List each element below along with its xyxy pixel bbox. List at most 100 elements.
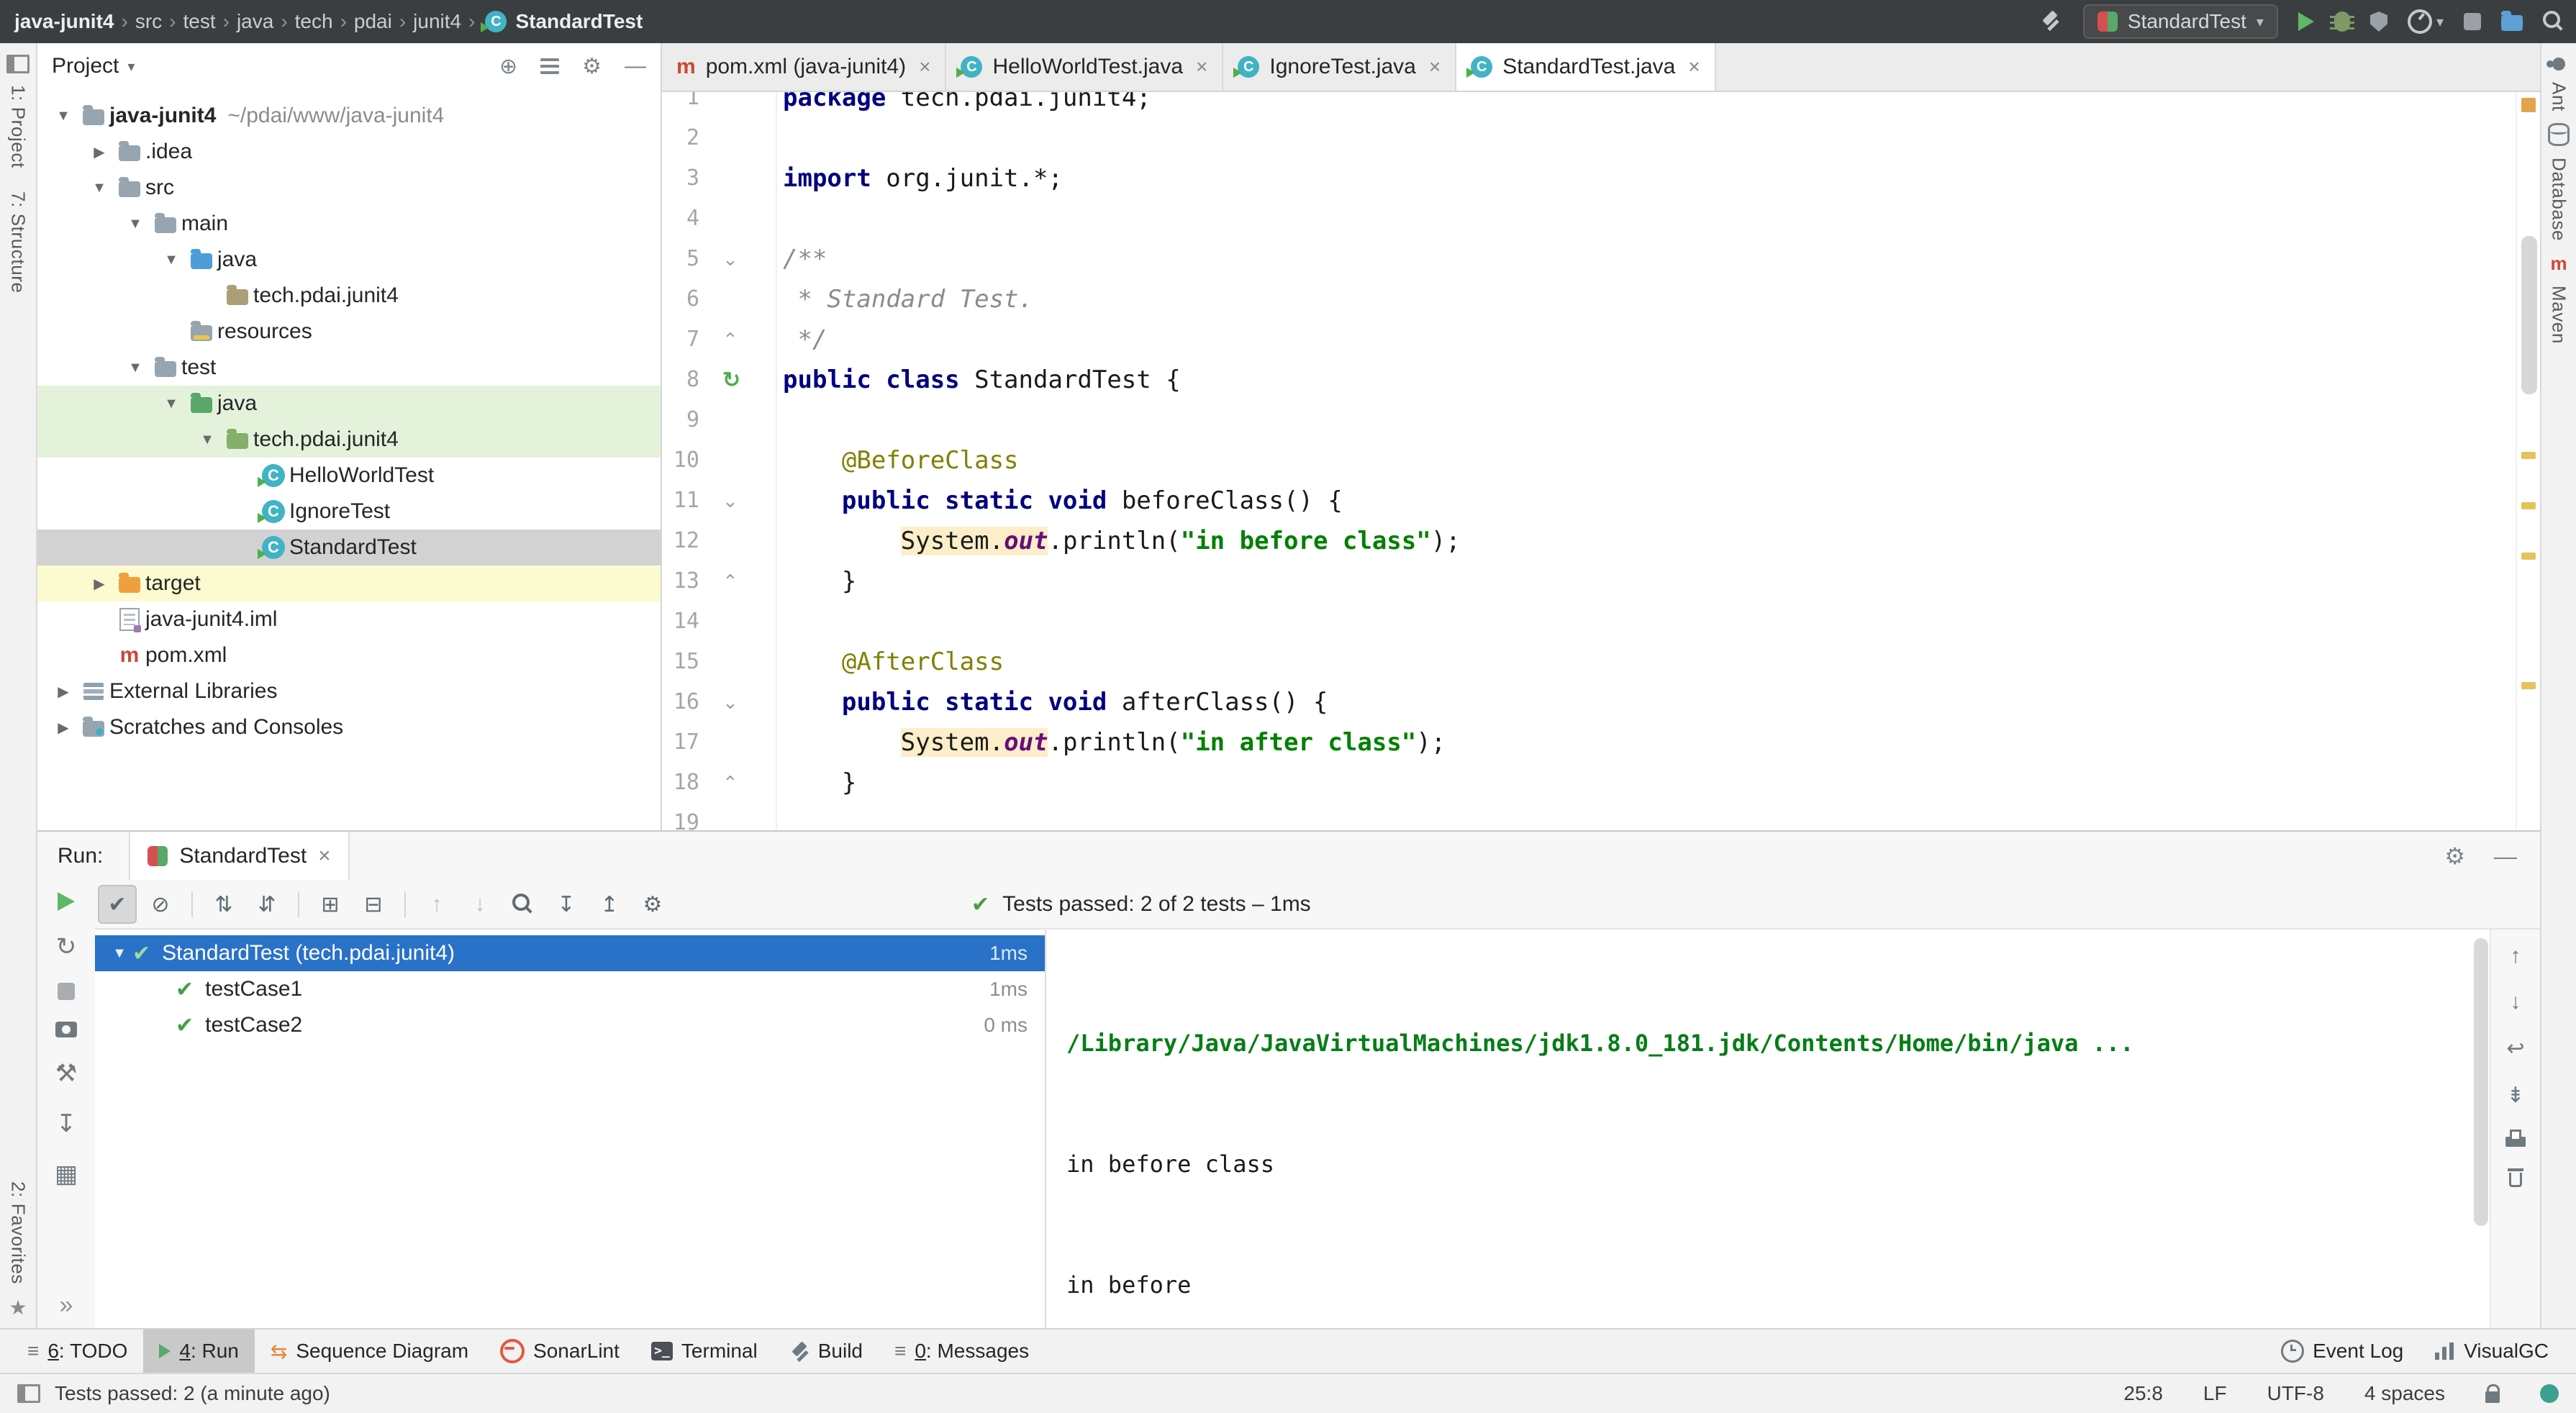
sort-by-duration-button[interactable]: ⇵ (248, 885, 286, 924)
import-tests-icon[interactable]: ↧ (56, 1109, 77, 1138)
tab-standardtest[interactable]: C StandardTest.java × (1456, 43, 1716, 91)
expand-arrow-icon[interactable]: ▶ (49, 719, 78, 737)
tree-item-iml[interactable]: java-junit4.iml (37, 601, 661, 637)
folder-action-icon[interactable] (2501, 15, 2523, 31)
tree-item-test-java[interactable]: ▼ java (37, 386, 661, 422)
test-result-row-testcase1[interactable]: ✔ testCase1 1ms (95, 971, 1045, 1007)
expand-arrow-icon[interactable]: ▼ (85, 180, 114, 196)
console-scrollbar[interactable] (2474, 938, 2488, 1226)
line-ending-indicator[interactable]: LF (2203, 1382, 2227, 1405)
lock-icon[interactable] (2485, 1391, 2500, 1403)
breadcrumb-pdai[interactable]: pdai (354, 10, 392, 33)
close-icon[interactable]: × (1688, 55, 1700, 78)
breadcrumb-tech[interactable]: tech (295, 10, 333, 33)
fold-icon[interactable]: ⌄ (699, 691, 776, 714)
breadcrumb-java[interactable]: java (237, 10, 273, 33)
toolwindow-tab-run[interactable]: 4: Run (143, 1330, 255, 1373)
stop-icon[interactable] (58, 983, 75, 1000)
collapse-all-button[interactable]: ⊟ (354, 885, 393, 924)
event-log-button[interactable]: Event Log (2265, 1340, 2419, 1363)
build-icon[interactable] (2040, 10, 2063, 33)
fold-icon[interactable]: ⌃ (699, 329, 776, 351)
toolwindow-tab-maven[interactable]: Maven (2548, 286, 2570, 344)
tree-item-root[interactable]: ▼ java-junit4 ~/pdai/www/java-junit4 (37, 98, 661, 134)
settings-gear-icon[interactable]: ⚙ (2444, 842, 2465, 870)
status-message[interactable]: Tests passed: 2 (a minute ago) (55, 1382, 330, 1405)
more-icon[interactable]: » (60, 1291, 73, 1319)
breadcrumb-test[interactable]: test (183, 10, 215, 33)
close-icon[interactable]: × (1429, 55, 1441, 78)
inspection-profile-icon[interactable] (2540, 1384, 2559, 1403)
run-tab-standardtest[interactable]: StandardTest × (129, 832, 349, 880)
soft-wrap-icon[interactable]: ↩ (2506, 1036, 2524, 1061)
search-everywhere-icon[interactable] (2543, 11, 2564, 32)
view-options-icon[interactable] (540, 58, 559, 74)
breadcrumb-src[interactable]: src (135, 10, 162, 33)
toolwindow-tab-structure[interactable]: 7: Structure (7, 191, 30, 294)
run-console[interactable]: /Library/Java/JavaVirtualMachines/jdk1.8… (1046, 930, 2540, 1328)
tree-item-external-libraries[interactable]: ▶ External Libraries (37, 673, 661, 709)
import-test-results-button[interactable]: ↧ (547, 885, 586, 924)
close-icon[interactable]: × (1196, 55, 1207, 78)
toolwindow-tab-build[interactable]: Build (774, 1330, 879, 1373)
breadcrumb-class[interactable]: StandardTest (515, 10, 643, 33)
caret-position[interactable]: 25:8 (2123, 1382, 2163, 1405)
close-icon[interactable]: × (318, 844, 331, 868)
toolwindow-toggle-icon[interactable] (17, 1384, 40, 1403)
tree-item-target[interactable]: ▶ target (37, 565, 661, 601)
tree-item-main[interactable]: ▼ main (37, 206, 661, 242)
toolwindow-tab-sonarlint[interactable]: SonarLint (484, 1330, 635, 1373)
tree-item-pom[interactable]: m pom.xml (37, 637, 661, 673)
clear-console-icon[interactable] (2508, 1168, 2523, 1187)
run-class-gutter-icon[interactable]: ↻ (699, 368, 776, 393)
tree-item-scratches[interactable]: ▶ Scratches and Consoles (37, 709, 661, 745)
expand-arrow-icon[interactable]: ▶ (85, 575, 114, 593)
scroll-up-icon[interactable]: ↑ (2511, 944, 2521, 968)
tree-item-helloworldtest[interactable]: C HelloWorldTest (37, 458, 661, 494)
expand-arrow-icon[interactable]: ▼ (106, 945, 132, 962)
camera-icon[interactable] (55, 1022, 77, 1037)
profiler-button[interactable]: ▾ (2408, 9, 2444, 34)
expand-arrow-icon[interactable]: ▼ (121, 216, 150, 232)
tree-item-standardtest[interactable]: C StandardTest (37, 530, 661, 565)
rerun-failed-icon[interactable]: ↻ (56, 932, 77, 961)
breadcrumb-junit4[interactable]: junit4 (413, 10, 461, 33)
star-icon[interactable]: ★ (9, 1296, 27, 1319)
toolwindow-tab-database[interactable]: Database (2548, 158, 2570, 241)
visualgc-button[interactable]: VisualGC (2419, 1340, 2564, 1363)
project-panel-title[interactable]: Project (52, 54, 119, 78)
scroll-down-icon[interactable]: ↓ (2511, 990, 2521, 1014)
stripe-mark[interactable] (2521, 452, 2536, 459)
test-result-row-standardtest[interactable]: ▼ ✔ StandardTest (tech.pdai.junit4) 1ms (95, 935, 1045, 971)
toolwindow-tab-messages[interactable]: ≡ 0: Messages (879, 1330, 1045, 1373)
locate-file-icon[interactable]: ⊕ (499, 54, 517, 79)
debug-button[interactable] (2334, 12, 2350, 32)
restore-layout-icon[interactable]: ▦ (55, 1160, 78, 1189)
tab-ignoretest[interactable]: C IgnoreTest.java × (1223, 43, 1456, 91)
test-result-row-testcase2[interactable]: ✔ testCase2 0 ms (95, 1007, 1045, 1043)
test-history-button[interactable] (504, 885, 543, 924)
toolwindow-tab-favorites[interactable]: 2: Favorites (7, 1181, 30, 1284)
show-ignored-toggle[interactable]: ⊘ (141, 885, 180, 924)
code-editor[interactable]: package tech.pdai.junit4; import org.jun… (777, 92, 2516, 830)
settings-gear-icon[interactable]: ⚙ (582, 54, 602, 79)
coverage-button[interactable] (2370, 12, 2387, 32)
tree-item-test-package[interactable]: ▼ tech.pdai.junit4 (37, 422, 661, 458)
toolwindow-tab-todo[interactable]: ≡ 6: TODO (12, 1330, 143, 1373)
encoding-indicator[interactable]: UTF-8 (2267, 1382, 2324, 1405)
tree-item-test[interactable]: ▼ test (37, 350, 661, 386)
export-test-results-button[interactable]: ↥ (590, 885, 629, 924)
tree-item-ignoretest[interactable]: C IgnoreTest (37, 494, 661, 530)
tab-helloworldtest[interactable]: C HelloWorldTest.java × (946, 43, 1223, 91)
tree-item-resources[interactable]: resources (37, 314, 661, 350)
hide-panel-icon[interactable]: — (625, 54, 646, 78)
breadcrumb-project[interactable]: java-junit4 (14, 10, 114, 33)
tools-icon[interactable]: ⚒ (55, 1059, 77, 1088)
tree-item-main-java[interactable]: ▼ java (37, 242, 661, 278)
run-config-selector[interactable]: StandardTest ▾ (2083, 4, 2278, 39)
expand-arrow-icon[interactable]: ▼ (193, 432, 222, 448)
toolwindow-tab-sequence-diagram[interactable]: ⇆ Sequence Diagram (255, 1330, 484, 1373)
stripe-mark[interactable] (2521, 682, 2536, 689)
expand-arrow-icon[interactable]: ▼ (157, 252, 186, 268)
stripe-mark[interactable] (2521, 502, 2536, 509)
